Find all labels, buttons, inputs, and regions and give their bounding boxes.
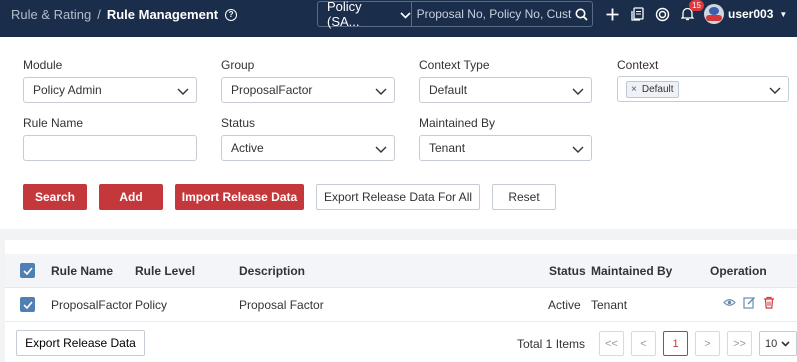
prev-page-button[interactable]: < [631,331,656,356]
page-title: Rule Management [106,7,219,22]
chevron-down-icon [781,340,790,347]
search-type-select[interactable]: Policy (SA... [318,0,412,29]
column-operation: Operation [710,264,767,278]
filter-panel: Module Policy Admin Group ProposalFactor… [0,37,797,229]
chevron-down-icon [769,84,781,98]
add-button[interactable]: Add [99,184,163,210]
table-row[interactable]: ProposalFactor Policy Proposal Factor Ac… [5,288,797,322]
context-type-value: Default [429,83,468,97]
help-icon[interactable]: ? [225,8,238,21]
top-navigation-bar: Rule & Rating / Rule Management ? Policy… [0,0,797,37]
context-multiselect[interactable]: × Default [617,76,789,102]
module-select[interactable]: Policy Admin [23,77,197,103]
context-tag-label: Default [641,83,674,95]
table-footer: Export Release Data Total 1 Items << < 1… [5,330,797,358]
chevron-down-icon [572,85,584,99]
column-rule-level: Rule Level [135,264,196,278]
documents-icon[interactable] [629,6,645,22]
global-search-input[interactable] [411,2,572,26]
target-icon[interactable] [654,6,670,22]
reset-button[interactable]: Reset [492,184,556,210]
table-header: Rule Name Rule Level Description Status … [5,254,797,288]
status-value: Active [231,141,264,155]
chevron-down-icon [177,85,189,99]
rule-name-label: Rule Name [23,116,84,130]
rule-name-input[interactable] [23,135,197,161]
row-checkbox[interactable] [20,297,35,312]
avatar [704,4,724,24]
cell-description: Proposal Factor [239,298,324,312]
status-select[interactable]: Active [221,135,395,161]
search-icon[interactable] [572,2,592,26]
column-description: Description [239,264,306,278]
first-page-button[interactable]: << [599,331,624,356]
chevron-down-icon [572,143,584,157]
chevron-down-icon [375,85,387,99]
breadcrumb: Rule & Rating / Rule Management ? [11,7,238,22]
import-release-data-button[interactable]: Import Release Data [175,184,304,210]
cell-maintained-by: Tenant [591,298,628,312]
view-icon[interactable] [723,296,736,309]
column-status: Status [549,264,586,278]
row-operations [723,296,782,309]
next-page-button[interactable]: > [695,331,720,356]
delete-icon[interactable] [763,296,775,309]
cell-status: Active [548,298,581,312]
export-release-data-button[interactable]: Export Release Data [16,330,145,356]
export-release-data-all-button[interactable]: Export Release Data For All [316,184,480,210]
cell-rule-name: ProposalFactor [51,298,133,312]
breadcrumb-parent[interactable]: Rule & Rating [11,7,91,22]
module-value: Policy Admin [33,83,102,97]
breadcrumb-separator: / [97,7,101,22]
total-items: Total 1 Items [517,337,586,351]
header-icons: 15 [604,0,704,22]
column-rule-name: Rule Name [51,264,114,278]
maintained-by-select[interactable]: Tenant [419,135,592,161]
plus-icon[interactable] [604,6,620,22]
chevron-down-icon [400,7,411,22]
tag-remove-icon[interactable]: × [631,84,637,95]
maintained-by-label: Maintained By [419,116,496,130]
chevron-down-icon [375,143,387,157]
caret-down-icon: ▼ [779,9,788,19]
group-label: Group [221,58,255,72]
notification-badge: 15 [689,0,704,11]
search-button[interactable]: Search [23,184,87,210]
page-number[interactable]: 1 [663,331,688,356]
global-search: Policy (SA... [317,0,593,29]
status-label: Status [221,116,256,130]
select-all-checkbox[interactable] [20,263,35,278]
column-maintained-by: Maintained By [591,264,673,278]
search-type-label: Policy (SA... [327,0,362,29]
rules-table: Rule Name Rule Level Description Status … [5,240,797,362]
bell-icon[interactable]: 15 [679,0,704,22]
last-page-button[interactable]: >> [727,331,752,356]
username: user003 [728,7,774,21]
module-label: Module [23,58,63,72]
user-menu[interactable]: user003 ▼ [704,4,787,24]
cell-rule-level: Policy [135,298,168,312]
context-label: Context [617,58,659,72]
page-size-value: 10 [765,337,778,350]
context-type-label: Context Type [419,58,490,72]
context-type-select[interactable]: Default [419,77,592,103]
maintained-by-value: Tenant [429,141,466,155]
edit-icon[interactable] [743,296,756,309]
group-select[interactable]: ProposalFactor [221,77,395,103]
context-tag: × Default [626,80,679,98]
page-size-select[interactable]: 10 [759,331,797,356]
group-value: ProposalFactor [231,83,313,97]
